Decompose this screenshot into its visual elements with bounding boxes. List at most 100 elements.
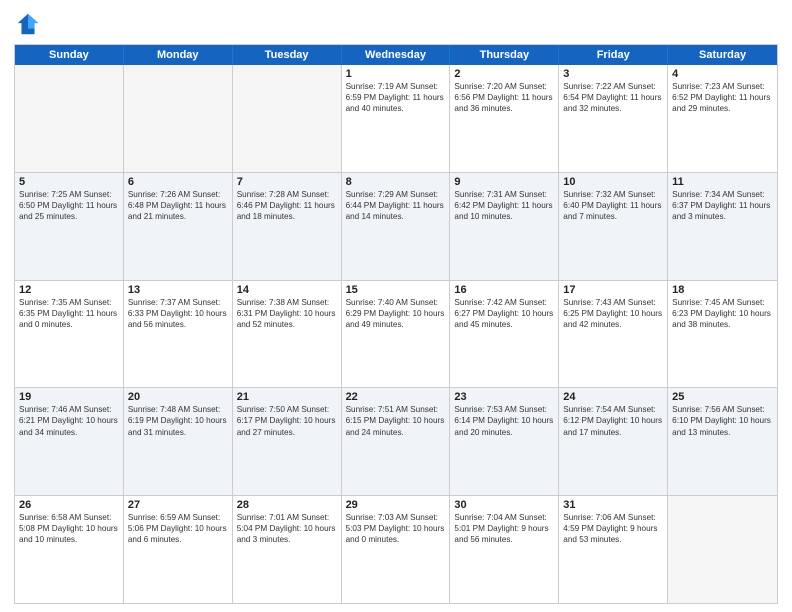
day-info: Sunrise: 7:31 AM Sunset: 6:42 PM Dayligh…: [454, 189, 554, 222]
calendar-cell: [668, 496, 777, 603]
day-info: Sunrise: 7:03 AM Sunset: 5:03 PM Dayligh…: [346, 512, 446, 545]
calendar-cell: 25Sunrise: 7:56 AM Sunset: 6:10 PM Dayli…: [668, 388, 777, 495]
calendar-cell: 28Sunrise: 7:01 AM Sunset: 5:04 PM Dayli…: [233, 496, 342, 603]
calendar-cell: 3Sunrise: 7:22 AM Sunset: 6:54 PM Daylig…: [559, 65, 668, 172]
day-number: 7: [237, 176, 337, 188]
day-info: Sunrise: 7:35 AM Sunset: 6:35 PM Dayligh…: [19, 297, 119, 330]
calendar-cell: 4Sunrise: 7:23 AM Sunset: 6:52 PM Daylig…: [668, 65, 777, 172]
header-cell-thursday: Thursday: [450, 45, 559, 65]
day-number: 31: [563, 499, 663, 511]
day-number: 28: [237, 499, 337, 511]
day-number: 24: [563, 391, 663, 403]
calendar-cell: [15, 65, 124, 172]
day-info: Sunrise: 7:46 AM Sunset: 6:21 PM Dayligh…: [19, 404, 119, 437]
day-number: 22: [346, 391, 446, 403]
day-info: Sunrise: 7:37 AM Sunset: 6:33 PM Dayligh…: [128, 297, 228, 330]
day-info: Sunrise: 6:58 AM Sunset: 5:08 PM Dayligh…: [19, 512, 119, 545]
day-number: 8: [346, 176, 446, 188]
day-number: 23: [454, 391, 554, 403]
calendar-cell: 20Sunrise: 7:48 AM Sunset: 6:19 PM Dayli…: [124, 388, 233, 495]
calendar-header: SundayMondayTuesdayWednesdayThursdayFrid…: [15, 45, 777, 65]
calendar-cell: 8Sunrise: 7:29 AM Sunset: 6:44 PM Daylig…: [342, 173, 451, 280]
calendar-cell: 30Sunrise: 7:04 AM Sunset: 5:01 PM Dayli…: [450, 496, 559, 603]
calendar: SundayMondayTuesdayWednesdayThursdayFrid…: [14, 44, 778, 604]
day-number: 17: [563, 284, 663, 296]
day-number: 13: [128, 284, 228, 296]
day-info: Sunrise: 7:40 AM Sunset: 6:29 PM Dayligh…: [346, 297, 446, 330]
calendar-cell: 13Sunrise: 7:37 AM Sunset: 6:33 PM Dayli…: [124, 281, 233, 388]
header-cell-friday: Friday: [559, 45, 668, 65]
calendar-cell: 9Sunrise: 7:31 AM Sunset: 6:42 PM Daylig…: [450, 173, 559, 280]
calendar-row-3: 19Sunrise: 7:46 AM Sunset: 6:21 PM Dayli…: [15, 388, 777, 496]
calendar-row-2: 12Sunrise: 7:35 AM Sunset: 6:35 PM Dayli…: [15, 281, 777, 389]
day-info: Sunrise: 7:38 AM Sunset: 6:31 PM Dayligh…: [237, 297, 337, 330]
calendar-cell: 31Sunrise: 7:06 AM Sunset: 4:59 PM Dayli…: [559, 496, 668, 603]
calendar-cell: 12Sunrise: 7:35 AM Sunset: 6:35 PM Dayli…: [15, 281, 124, 388]
calendar-cell: 24Sunrise: 7:54 AM Sunset: 6:12 PM Dayli…: [559, 388, 668, 495]
calendar-cell: [233, 65, 342, 172]
day-info: Sunrise: 7:06 AM Sunset: 4:59 PM Dayligh…: [563, 512, 663, 545]
calendar-row-1: 5Sunrise: 7:25 AM Sunset: 6:50 PM Daylig…: [15, 173, 777, 281]
day-info: Sunrise: 7:23 AM Sunset: 6:52 PM Dayligh…: [672, 81, 773, 114]
calendar-row-0: 1Sunrise: 7:19 AM Sunset: 6:59 PM Daylig…: [15, 65, 777, 173]
day-number: 26: [19, 499, 119, 511]
day-info: Sunrise: 7:56 AM Sunset: 6:10 PM Dayligh…: [672, 404, 773, 437]
day-info: Sunrise: 7:48 AM Sunset: 6:19 PM Dayligh…: [128, 404, 228, 437]
day-info: Sunrise: 7:25 AM Sunset: 6:50 PM Dayligh…: [19, 189, 119, 222]
day-number: 30: [454, 499, 554, 511]
day-number: 1: [346, 68, 446, 80]
day-number: 14: [237, 284, 337, 296]
day-info: Sunrise: 7:50 AM Sunset: 6:17 PM Dayligh…: [237, 404, 337, 437]
day-number: 19: [19, 391, 119, 403]
day-number: 29: [346, 499, 446, 511]
calendar-cell: 2Sunrise: 7:20 AM Sunset: 6:56 PM Daylig…: [450, 65, 559, 172]
calendar-cell: 15Sunrise: 7:40 AM Sunset: 6:29 PM Dayli…: [342, 281, 451, 388]
day-number: 2: [454, 68, 554, 80]
day-number: 3: [563, 68, 663, 80]
header-cell-wednesday: Wednesday: [342, 45, 451, 65]
day-number: 16: [454, 284, 554, 296]
day-info: Sunrise: 7:34 AM Sunset: 6:37 PM Dayligh…: [672, 189, 773, 222]
day-info: Sunrise: 7:20 AM Sunset: 6:56 PM Dayligh…: [454, 81, 554, 114]
day-info: Sunrise: 7:22 AM Sunset: 6:54 PM Dayligh…: [563, 81, 663, 114]
calendar-cell: 23Sunrise: 7:53 AM Sunset: 6:14 PM Dayli…: [450, 388, 559, 495]
day-info: Sunrise: 7:32 AM Sunset: 6:40 PM Dayligh…: [563, 189, 663, 222]
calendar-body: 1Sunrise: 7:19 AM Sunset: 6:59 PM Daylig…: [15, 65, 777, 603]
day-number: 9: [454, 176, 554, 188]
day-number: 25: [672, 391, 773, 403]
calendar-cell: 29Sunrise: 7:03 AM Sunset: 5:03 PM Dayli…: [342, 496, 451, 603]
calendar-cell: 14Sunrise: 7:38 AM Sunset: 6:31 PM Dayli…: [233, 281, 342, 388]
calendar-cell: 7Sunrise: 7:28 AM Sunset: 6:46 PM Daylig…: [233, 173, 342, 280]
day-info: Sunrise: 7:01 AM Sunset: 5:04 PM Dayligh…: [237, 512, 337, 545]
day-number: 18: [672, 284, 773, 296]
calendar-cell: 18Sunrise: 7:45 AM Sunset: 6:23 PM Dayli…: [668, 281, 777, 388]
calendar-cell: 1Sunrise: 7:19 AM Sunset: 6:59 PM Daylig…: [342, 65, 451, 172]
calendar-cell: 11Sunrise: 7:34 AM Sunset: 6:37 PM Dayli…: [668, 173, 777, 280]
header-cell-sunday: Sunday: [15, 45, 124, 65]
calendar-cell: 10Sunrise: 7:32 AM Sunset: 6:40 PM Dayli…: [559, 173, 668, 280]
day-info: Sunrise: 7:19 AM Sunset: 6:59 PM Dayligh…: [346, 81, 446, 114]
calendar-cell: [124, 65, 233, 172]
day-info: Sunrise: 7:42 AM Sunset: 6:27 PM Dayligh…: [454, 297, 554, 330]
calendar-cell: 26Sunrise: 6:58 AM Sunset: 5:08 PM Dayli…: [15, 496, 124, 603]
header-cell-tuesday: Tuesday: [233, 45, 342, 65]
day-info: Sunrise: 7:26 AM Sunset: 6:48 PM Dayligh…: [128, 189, 228, 222]
page-header: [14, 10, 778, 38]
day-number: 20: [128, 391, 228, 403]
calendar-cell: 22Sunrise: 7:51 AM Sunset: 6:15 PM Dayli…: [342, 388, 451, 495]
calendar-cell: 21Sunrise: 7:50 AM Sunset: 6:17 PM Dayli…: [233, 388, 342, 495]
header-cell-monday: Monday: [124, 45, 233, 65]
day-number: 6: [128, 176, 228, 188]
day-info: Sunrise: 7:45 AM Sunset: 6:23 PM Dayligh…: [672, 297, 773, 330]
day-info: Sunrise: 7:43 AM Sunset: 6:25 PM Dayligh…: [563, 297, 663, 330]
day-info: Sunrise: 7:28 AM Sunset: 6:46 PM Dayligh…: [237, 189, 337, 222]
calendar-cell: 19Sunrise: 7:46 AM Sunset: 6:21 PM Dayli…: [15, 388, 124, 495]
day-info: Sunrise: 6:59 AM Sunset: 5:06 PM Dayligh…: [128, 512, 228, 545]
calendar-row-4: 26Sunrise: 6:58 AM Sunset: 5:08 PM Dayli…: [15, 496, 777, 603]
day-info: Sunrise: 7:29 AM Sunset: 6:44 PM Dayligh…: [346, 189, 446, 222]
header-cell-saturday: Saturday: [668, 45, 777, 65]
day-number: 4: [672, 68, 773, 80]
logo: [14, 10, 46, 38]
day-number: 21: [237, 391, 337, 403]
day-number: 15: [346, 284, 446, 296]
